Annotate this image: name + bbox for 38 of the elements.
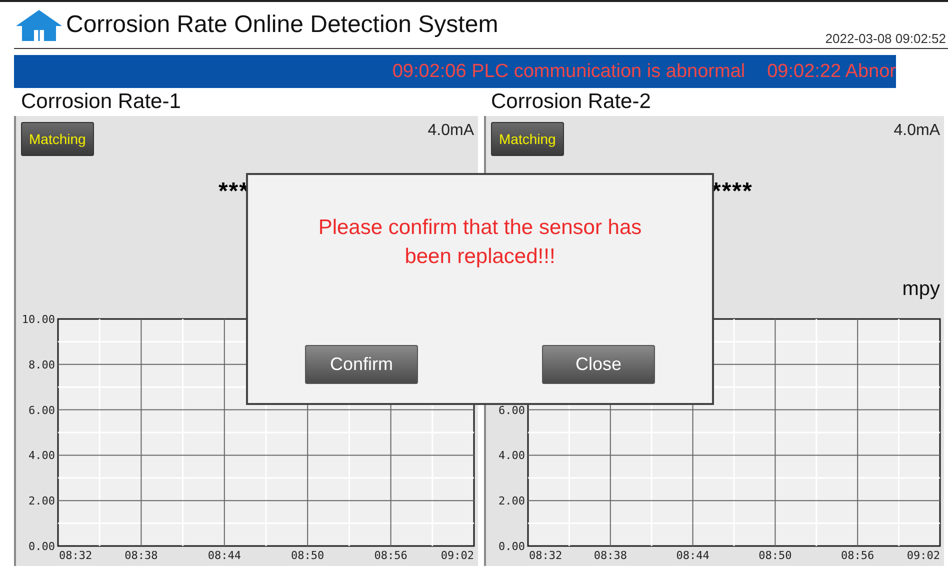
current-reading: 4.0mA xyxy=(428,122,474,140)
confirm-button[interactable]: Confirm xyxy=(305,345,418,384)
matching-button[interactable]: Matching xyxy=(491,122,564,156)
x-axis-label: 08:50 xyxy=(758,549,792,562)
x-axis-label: 08:38 xyxy=(124,549,158,562)
x-axis-label: 09:02 xyxy=(440,549,474,562)
x-axis-label: 08:50 xyxy=(291,549,324,562)
y-axis-label: 0.00 xyxy=(28,540,55,553)
x-axis-label: 08:32 xyxy=(59,549,92,562)
x-axis-label: 08:44 xyxy=(676,549,710,562)
app-title: Corrosion Rate Online Detection System xyxy=(66,11,498,39)
x-axis-label: 09:02 xyxy=(906,549,940,562)
y-axis-label: 0.00 xyxy=(498,540,525,553)
y-axis-label: 10.00 xyxy=(22,313,55,326)
y-axis-label: 4.00 xyxy=(498,449,525,462)
close-button[interactable]: Close xyxy=(542,345,655,384)
y-axis-label: 8.00 xyxy=(28,358,55,372)
x-axis-label: 08:56 xyxy=(841,549,874,562)
y-axis-label: 4.00 xyxy=(28,449,55,462)
x-axis-label: 08:32 xyxy=(529,549,562,562)
y-axis-label: 6.00 xyxy=(28,404,55,417)
rate-value: **** xyxy=(712,178,753,206)
alarm-message: 09:02:22 Abnor xyxy=(767,60,896,82)
x-axis-label: 08:38 xyxy=(594,549,627,562)
x-axis-label: 08:56 xyxy=(374,549,408,562)
y-axis-label: 2.00 xyxy=(498,494,525,508)
home-icon[interactable] xyxy=(14,8,64,42)
y-axis-label: 2.00 xyxy=(28,494,55,508)
matching-button[interactable]: Matching xyxy=(21,122,94,156)
panel-title: Corrosion Rate-2 xyxy=(490,89,652,115)
date-time: 2022-03-08 09:02:52 xyxy=(825,31,946,48)
current-reading: 4.0mA xyxy=(894,122,940,140)
panel-title: Corrosion Rate-1 xyxy=(20,89,182,115)
dialog-message: Please confirm that the sensor has been replaced!!! xyxy=(317,215,643,270)
unit-label: mpy xyxy=(902,278,940,301)
x-axis-label: 08:44 xyxy=(208,549,241,562)
y-axis-label: 6.00 xyxy=(498,404,525,417)
alarm-message: 09:02:06 PLC communication is abnormal xyxy=(392,60,746,82)
